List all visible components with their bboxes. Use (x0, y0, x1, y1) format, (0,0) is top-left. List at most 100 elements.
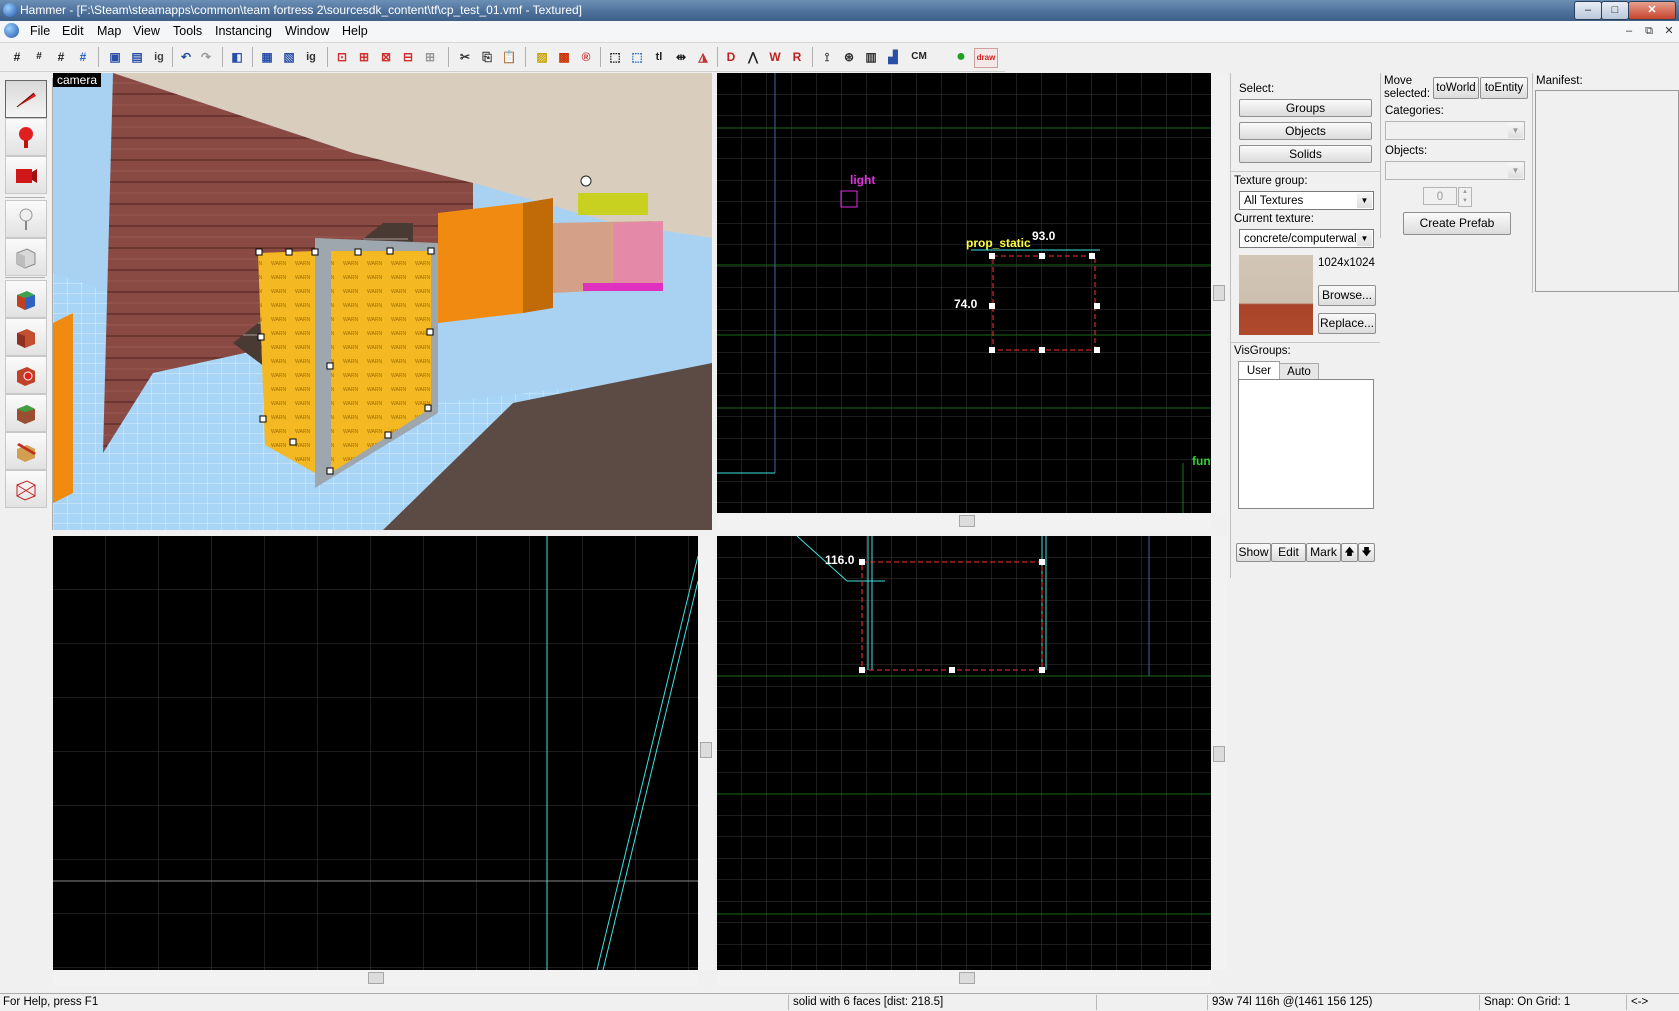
side-viewport-vscroll[interactable] (698, 536, 714, 970)
entity-tool-button[interactable] (5, 200, 47, 238)
maximize-button[interactable]: □ (1601, 1, 1629, 20)
categories-combo[interactable]: ▼ (1385, 121, 1525, 140)
apply-current-texture-button[interactable] (5, 318, 47, 356)
mdi-close-button[interactable]: ✕ (1661, 24, 1677, 38)
grid-larger-icon[interactable]: # (52, 48, 70, 66)
entity-report-icon[interactable]: ⊠ (377, 48, 395, 66)
side-viewport-hscroll[interactable] (53, 970, 698, 986)
visgroup-mark-button[interactable]: Mark (1306, 543, 1341, 562)
browse-texture-button[interactable]: Browse... (1318, 285, 1376, 306)
lightmap-icon[interactable]: W (766, 48, 784, 66)
overlay-tool-button[interactable] (5, 394, 47, 432)
prefab-count-field[interactable]: 0 (1423, 187, 1457, 205)
visgroup-up-button[interactable]: 🡅 (1341, 543, 1358, 562)
select-all-icon[interactable]: ⬚ (606, 48, 624, 66)
toggle-grid-3d-icon[interactable]: ▥ (862, 48, 880, 66)
visgroup-edit-button[interactable]: Edit (1271, 543, 1306, 562)
menu-instancing[interactable]: Instancing (215, 24, 272, 38)
prefab-spinner[interactable]: ▲ ▼ (1458, 187, 1472, 207)
front-viewport-vscroll[interactable] (1211, 536, 1227, 970)
copy-icon[interactable]: ⎘ (478, 48, 496, 66)
entity-helpers-icon[interactable]: D (722, 48, 740, 66)
check-problems-icon[interactable]: ⊟ (399, 48, 417, 66)
menu-file[interactable]: File (30, 24, 50, 38)
top-viewport-vscroll[interactable] (1211, 73, 1227, 513)
document-icon[interactable] (4, 23, 19, 38)
current-texture-combo[interactable]: concrete/computerwall ▼ (1239, 229, 1374, 248)
front-viewport-hscroll[interactable] (717, 970, 1211, 986)
run-map-icon[interactable]: ® (577, 48, 595, 66)
flip-icon[interactable]: ⇹ (672, 48, 690, 66)
menu-tools[interactable]: Tools (173, 24, 202, 38)
menu-window[interactable]: Window (285, 24, 329, 38)
to-entity-button[interactable]: toEntity (1480, 77, 1528, 99)
clipping-tool-button[interactable] (5, 432, 47, 470)
selection-tool-button[interactable] (5, 80, 47, 118)
detail-icon[interactable]: R (788, 48, 806, 66)
group-icon[interactable]: ◧ (228, 48, 246, 66)
unhide-icon[interactable]: ⊞ (355, 48, 373, 66)
mdi-minimize-button[interactable]: – (1621, 24, 1637, 38)
toggle-helpers-icon[interactable]: ⊛ (840, 48, 858, 66)
cordon-icon[interactable]: ▣ (106, 48, 124, 66)
texture-group-combo[interactable]: All Textures ▼ (1239, 191, 1374, 210)
select-solids-button[interactable]: Solids (1239, 145, 1372, 163)
hide-icon[interactable]: ⊡ (333, 48, 351, 66)
carve-icon[interactable]: ▤ (128, 48, 146, 66)
magnify-tool-button[interactable] (5, 118, 47, 156)
manifest-list[interactable] (1535, 90, 1679, 292)
redo-icon[interactable]: ↷ (197, 48, 215, 66)
paste-icon[interactable]: 📋 (500, 48, 518, 66)
toggle-models-icon[interactable]: ⟟ (818, 48, 836, 66)
toggle-textures-icon[interactable]: ▟ (884, 48, 902, 66)
block-tool-button[interactable] (5, 238, 47, 276)
block-tool-icon (16, 248, 36, 269)
menu-edit[interactable]: Edit (62, 24, 84, 38)
visgroups-tab-auto[interactable]: Auto (1279, 363, 1319, 380)
menu-view[interactable]: View (133, 24, 160, 38)
undo-icon[interactable]: ↶ (177, 48, 195, 66)
texture-application-button[interactable] (5, 280, 47, 318)
cm-label-icon[interactable]: CM (906, 48, 932, 66)
cut-icon[interactable]: ✂ (456, 48, 474, 66)
ungroup-icon[interactable]: ▦ (258, 48, 276, 66)
camera-viewport[interactable]: WARN camera (53, 73, 712, 530)
visgroup-show-button[interactable]: Show (1236, 543, 1271, 562)
mdi-restore-button[interactable]: ⧉ (1641, 24, 1657, 38)
transform-icon[interactable]: ⬚ (628, 48, 646, 66)
front-2d-viewport[interactable]: 116.0 (717, 536, 1211, 970)
replace-texture-button[interactable]: Replace... (1318, 313, 1376, 334)
objects-combo[interactable]: ▼ (1385, 161, 1525, 180)
decal-tool-button[interactable] (5, 356, 47, 394)
visgroup-down-button[interactable]: 🡇 (1358, 543, 1375, 562)
visgroups-list[interactable] (1238, 379, 1374, 509)
draw-icon[interactable]: draw (974, 48, 998, 68)
mirror-icon[interactable]: ◮ (694, 48, 712, 66)
grid-icon[interactable]: # (8, 48, 26, 66)
tie-to-entity-icon[interactable]: ▧ (280, 48, 298, 66)
create-prefab-button[interactable]: Create Prefab (1403, 212, 1511, 235)
close-button[interactable]: ✕ (1628, 1, 1676, 20)
texture-scale-lock-icon[interactable]: ▩ (555, 48, 573, 66)
ignore-groups-icon[interactable]: ig (150, 48, 168, 66)
visgroups-tab-user[interactable]: User (1238, 361, 1280, 380)
vertex-tool-button[interactable] (5, 470, 47, 508)
move-to-world-icon[interactable]: ig (302, 48, 320, 66)
menu-help[interactable]: Help (342, 24, 368, 38)
models-icon[interactable]: ⋀ (744, 48, 762, 66)
side-2d-viewport[interactable] (53, 536, 698, 970)
minimize-button[interactable]: – (1574, 1, 1602, 20)
select-groups-button[interactable]: Groups (1239, 99, 1372, 117)
to-world-button[interactable]: toWorld (1433, 77, 1479, 99)
brush-sides-icon[interactable]: ⊞ (421, 48, 439, 66)
t-label-icon[interactable]: tl (650, 48, 668, 66)
menu-map[interactable]: Map (97, 24, 121, 38)
grid-snap-icon[interactable]: # (74, 48, 92, 66)
top-viewport-hscroll[interactable] (717, 513, 1211, 529)
grid-smaller-icon[interactable]: # (30, 48, 48, 66)
top-2d-viewport[interactable]: light prop_static 93.0 74.0 fun (717, 73, 1211, 513)
toggle-texture-lock-icon[interactable]: ▨ (533, 48, 551, 66)
select-objects-button[interactable]: Objects (1239, 122, 1372, 140)
camera-tool-button[interactable] (5, 156, 47, 194)
go-icon[interactable]: ● (952, 48, 970, 66)
